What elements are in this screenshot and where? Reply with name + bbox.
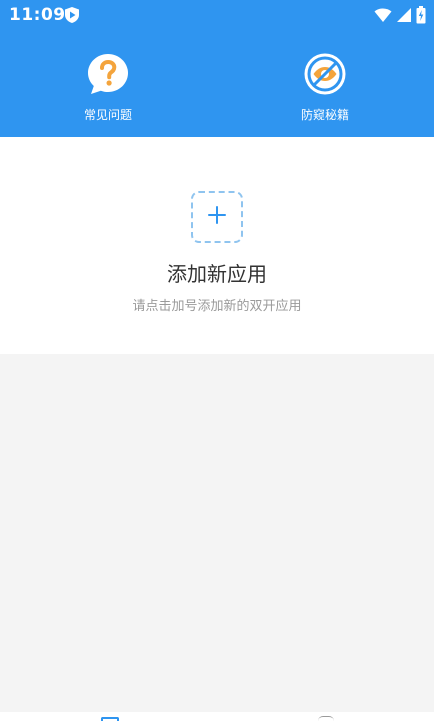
status-bar: 11:09 (0, 0, 434, 30)
status-time: 11:09 (9, 5, 66, 25)
top-header: 11:09 常见问题 防窥秘籍 (0, 0, 434, 137)
faq-label: 常见问题 (83, 108, 132, 122)
privacy-tips-button[interactable]: 防窥秘籍 (270, 52, 380, 127)
empty-state-subtitle: 请点击加号添加新的双开应用 (132, 299, 302, 314)
shield-play-icon (64, 6, 80, 28)
empty-state-title: 添加新应用 (167, 262, 267, 286)
bottom-tab-bar (0, 712, 434, 721)
add-app-button[interactable] (191, 191, 243, 243)
plus-icon (207, 205, 227, 229)
empty-state-card: 添加新应用 请点击加号添加新的双开应用 (0, 137, 434, 354)
tab-icon-right[interactable] (318, 716, 334, 721)
tab-icon-left[interactable] (101, 717, 119, 721)
signal-icon (396, 7, 412, 27)
battery-icon (416, 6, 426, 28)
wifi-icon (374, 7, 392, 27)
faq-button[interactable]: 常见问题 (53, 52, 163, 127)
question-bubble-icon (86, 52, 130, 96)
privacy-tips-label: 防窥秘籍 (300, 108, 349, 122)
status-icons (374, 6, 426, 28)
eye-slash-icon (303, 52, 347, 96)
